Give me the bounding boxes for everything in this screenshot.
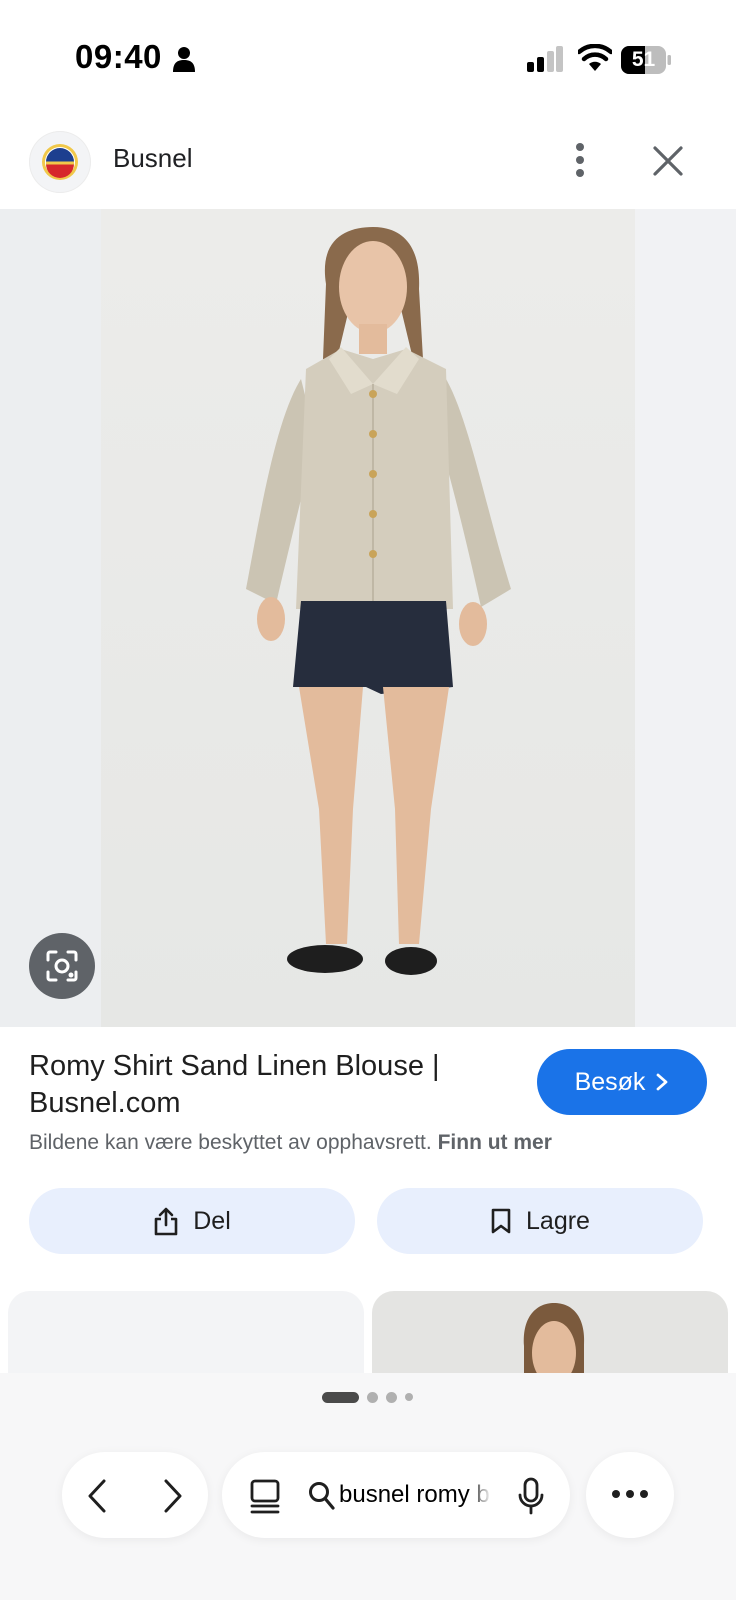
image-preview[interactable]: [0, 209, 736, 1027]
share-button[interactable]: Del: [29, 1188, 355, 1254]
site-name[interactable]: Busnel: [113, 143, 193, 174]
save-button[interactable]: Lagre: [377, 1188, 703, 1254]
forward-icon[interactable]: [158, 1477, 186, 1515]
share-icon: [154, 1207, 178, 1236]
result-title[interactable]: Romy Shirt Sand Linen Blouse | Busnel.co…: [29, 1048, 499, 1122]
person-icon: [173, 47, 195, 72]
image-background: [635, 209, 736, 1027]
busnel-logo-icon: [42, 144, 78, 180]
back-icon[interactable]: [84, 1477, 112, 1515]
battery-icon: 51: [621, 46, 671, 74]
lens-button[interactable]: [29, 933, 95, 999]
lens-icon: [46, 950, 78, 982]
page-dot: [367, 1391, 378, 1403]
visit-label: Besøk: [574, 1067, 646, 1096]
copyright-notice: Bildene kan være beskyttet av opphavsret…: [29, 1131, 552, 1155]
tabs-icon[interactable]: [248, 1478, 282, 1514]
save-label: Lagre: [526, 1206, 590, 1235]
product-image[interactable]: [101, 209, 635, 1027]
page-dot: [405, 1393, 413, 1401]
battery-level: 51: [631, 48, 656, 71]
more-horiz-icon: [612, 1490, 648, 1498]
status-time: 09:40: [75, 38, 162, 75]
page-dot: [386, 1391, 397, 1403]
copyright-text: Bildene kan være beskyttet av opphavsret…: [29, 1131, 432, 1154]
site-logo[interactable]: [29, 131, 91, 193]
wifi-icon: [578, 44, 612, 71]
close-icon[interactable]: [650, 143, 686, 179]
visit-button[interactable]: Besøk: [537, 1049, 707, 1115]
page-dot-active: [322, 1391, 359, 1403]
chevron-right-icon: [657, 1073, 668, 1091]
bookmark-icon: [491, 1208, 511, 1234]
page-indicator: [322, 1391, 413, 1403]
search-query[interactable]: busnel romy b: [339, 1481, 491, 1509]
more-vert-icon[interactable]: [566, 140, 594, 180]
mic-icon[interactable]: [517, 1476, 545, 1516]
search-icon: [309, 1482, 335, 1510]
share-label: Del: [193, 1206, 231, 1235]
learn-more-link[interactable]: Finn ut mer: [438, 1131, 552, 1154]
signal-icon: [527, 46, 563, 72]
model-illustration: [246, 227, 511, 975]
